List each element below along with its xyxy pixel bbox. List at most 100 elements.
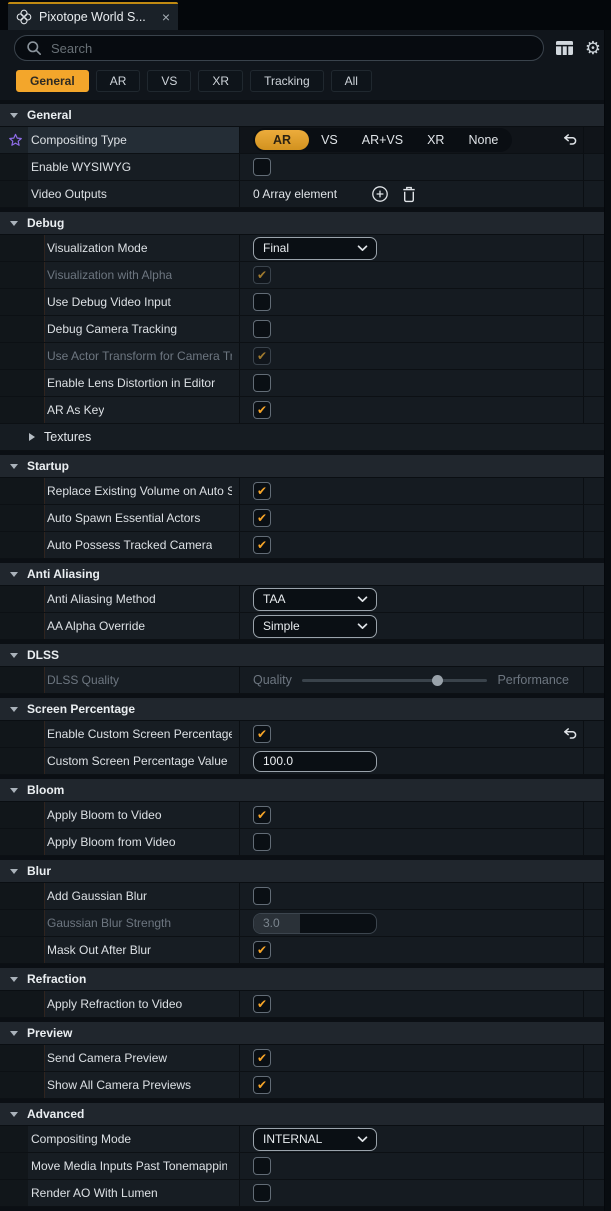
filter-button-tracking[interactable]: Tracking	[250, 70, 324, 92]
chevron-down-icon	[10, 221, 18, 226]
property-value-cell: ✔	[240, 262, 583, 288]
property-row-apply-bloom-to-video: Apply Bloom to Video ✔	[0, 802, 611, 829]
chevron-down-icon	[357, 617, 368, 635]
section-header-screen-percentage[interactable]: Screen Percentage	[0, 698, 611, 721]
checkbox-add-gaussian-blur[interactable]: ✔	[253, 887, 271, 905]
filter-button-all[interactable]: All	[331, 70, 372, 92]
section-header-blur[interactable]: Blur	[0, 860, 611, 883]
property-label: Visualization with Alpha	[47, 268, 172, 282]
checkbox-visualization-with-alpha[interactable]: ✔	[253, 266, 271, 284]
slider-right-label: Performance	[497, 673, 569, 687]
filter-button-vs[interactable]: VS	[147, 70, 191, 92]
checkbox-auto-spawn-essential-actors[interactable]: ✔	[253, 509, 271, 527]
property-name-cell: Apply Bloom from Video	[0, 829, 240, 855]
property-label: Apply Bloom to Video	[47, 808, 162, 822]
add-element-icon[interactable]	[371, 185, 389, 203]
slider-left-label: Quality	[253, 673, 292, 687]
checkbox-enable-lens-distortion-in-editor[interactable]: ✔	[253, 374, 271, 392]
input-value: 3.0	[263, 916, 280, 930]
tab-pixotope-world-settings[interactable]: Pixotope World S... ×	[8, 2, 178, 30]
dropdown-compositing-mode[interactable]: INTERNAL	[253, 1128, 377, 1151]
checkbox-use-debug-video-input[interactable]: ✔	[253, 293, 271, 311]
section-header-label: Refraction	[27, 972, 86, 986]
subsection-label: Textures	[44, 430, 91, 444]
dropdown-visualization-mode[interactable]: Final	[253, 237, 377, 260]
pixotope-world-settings-panel: Pixotope World S... × Search ⚙ General AR…	[0, 0, 611, 1211]
checkbox-mask-out-after-blur[interactable]: ✔	[253, 941, 271, 959]
checkbox-ar-as-key[interactable]: ✔	[253, 401, 271, 419]
property-row-video-outputs: Video Outputs0 Array element	[0, 181, 611, 208]
section-header-preview[interactable]: Preview	[0, 1022, 611, 1045]
segment-option-ar-vs[interactable]: AR+VS	[350, 130, 415, 150]
checkbox-replace-existing-volume-on-auto-sp[interactable]: ✔	[253, 482, 271, 500]
column-view-icon[interactable]	[555, 40, 574, 56]
settings-gear-icon[interactable]: ⚙	[585, 39, 601, 57]
checkbox-auto-possess-tracked-camera[interactable]: ✔	[253, 536, 271, 554]
segment-option-vs[interactable]: VS	[309, 130, 350, 150]
property-value-cell: Final	[240, 235, 583, 261]
chevron-down-icon	[10, 788, 18, 793]
clear-array-icon[interactable]	[402, 186, 416, 203]
scrollbar[interactable]	[604, 30, 611, 1211]
checkbox-show-all-camera-previews[interactable]: ✔	[253, 1076, 271, 1094]
checkbox-apply-refraction-to-video[interactable]: ✔	[253, 995, 271, 1013]
checkbox-enable-wysiwyg[interactable]: ✔	[253, 158, 271, 176]
slider-dlss-quality[interactable]: Quality Performance	[253, 673, 583, 687]
checkbox-render-ao-with-lumen[interactable]: ✔	[253, 1184, 271, 1202]
property-value-cell: ✔	[240, 370, 583, 396]
input-gaussian-blur-strength[interactable]: 3.0	[253, 913, 377, 934]
property-label: Use Debug Video Input	[47, 295, 171, 309]
dropdown-anti-aliasing-method[interactable]: TAA	[253, 588, 377, 611]
reset-to-default-icon[interactable]	[563, 728, 578, 741]
dropdown-value: Final	[263, 241, 289, 255]
segment-option-xr[interactable]: XR	[415, 130, 456, 150]
section-header-advanced[interactable]: Advanced	[0, 1103, 611, 1126]
section-header-general[interactable]: General	[0, 104, 611, 127]
checkbox-apply-bloom-from-video[interactable]: ✔	[253, 833, 271, 851]
property-label: Anti Aliasing Method	[47, 592, 156, 606]
filter-button-xr[interactable]: XR	[198, 70, 243, 92]
filter-button-general[interactable]: General	[16, 70, 89, 92]
slider-track[interactable]	[302, 679, 488, 682]
input-custom-screen-percentage-value[interactable]: 100.0	[253, 751, 377, 772]
favorite-star-icon[interactable]	[8, 133, 23, 153]
property-row-auto-possess-tracked-camera: Auto Possess Tracked Camera✔	[0, 532, 611, 559]
checkbox-move-media-inputs-past-tonemapping[interactable]: ✔	[253, 1157, 271, 1175]
checkbox-use-actor-transform-for-camera-tr[interactable]: ✔	[253, 347, 271, 365]
section-header-debug[interactable]: Debug	[0, 212, 611, 235]
property-row-debug-camera-tracking: Debug Camera Tracking ✔	[0, 316, 611, 343]
property-label: Auto Spawn Essential Actors	[47, 511, 200, 525]
section-header-anti-aliasing[interactable]: Anti Aliasing	[0, 563, 611, 586]
dropdown-aa-alpha-override[interactable]: Simple	[253, 615, 377, 638]
tab-close-icon[interactable]: ×	[162, 10, 170, 24]
checkbox-send-camera-preview[interactable]: ✔	[253, 1049, 271, 1067]
segment-option-none[interactable]: None	[456, 130, 510, 150]
property-name-cell: Debug Camera Tracking	[0, 316, 240, 342]
subsection-textures[interactable]: Textures	[0, 424, 611, 451]
property-value-cell: ✔	[240, 883, 583, 909]
checkbox-enable-custom-screen-percentage[interactable]: ✔	[253, 725, 271, 743]
checkbox-debug-camera-tracking[interactable]: ✔	[253, 320, 271, 338]
filter-button-ar[interactable]: AR	[96, 70, 141, 92]
property-label: Replace Existing Volume on Auto Sp...	[47, 484, 232, 498]
property-label: AA Alpha Override	[47, 619, 145, 633]
section-header-dlss[interactable]: DLSS	[0, 644, 611, 667]
reset-to-default-icon[interactable]	[563, 134, 578, 147]
section-header-startup[interactable]: Startup	[0, 455, 611, 478]
property-value-cell: ✔	[240, 505, 583, 531]
section-header-refraction[interactable]: Refraction	[0, 968, 611, 991]
pixotope-logo-icon	[16, 9, 32, 25]
property-value-cell: ✔	[240, 721, 583, 747]
tab-bar: Pixotope World S... ×	[0, 0, 611, 30]
property-name-cell: Enable WYSIWYG	[0, 154, 240, 180]
property-row-replace-existing-volume-on-auto-sp: Replace Existing Volume on Auto Sp... ✔	[0, 478, 611, 505]
property-name-cell: Show All Camera Previews	[0, 1072, 240, 1098]
search-input[interactable]: Search	[14, 35, 544, 61]
chevron-down-icon	[10, 572, 18, 577]
slider-thumb[interactable]	[432, 675, 443, 686]
property-value-cell: ✔	[240, 478, 583, 504]
section-header-bloom[interactable]: Bloom	[0, 779, 611, 802]
segment-option-ar[interactable]: AR	[255, 130, 309, 150]
checkbox-apply-bloom-to-video[interactable]: ✔	[253, 806, 271, 824]
property-value-cell: ✔	[240, 397, 583, 423]
